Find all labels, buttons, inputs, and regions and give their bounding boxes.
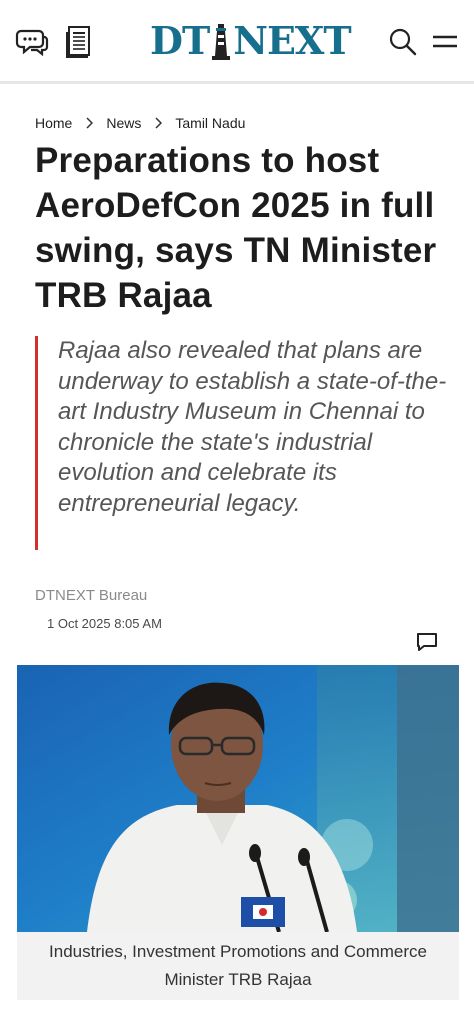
article-title: Preparations to host AeroDefCon 2025 in … bbox=[35, 141, 437, 315]
search-icon[interactable] bbox=[383, 22, 423, 62]
lighthouse-icon bbox=[212, 24, 231, 60]
breadcrumb: Home News Tamil Nadu bbox=[35, 113, 245, 133]
newspaper-icon[interactable] bbox=[58, 22, 98, 62]
breadcrumb-tamil-nadu[interactable]: Tamil Nadu bbox=[175, 115, 245, 131]
logo-text-right: NEXT bbox=[233, 18, 351, 63]
breadcrumb-home[interactable]: Home bbox=[35, 115, 72, 131]
logo-text-left: DT bbox=[150, 18, 210, 63]
article-date: 1 Oct 2025 8:05 AM bbox=[47, 616, 162, 631]
summary-accent-bar bbox=[35, 336, 38, 550]
chat-bubbles-icon[interactable] bbox=[12, 22, 52, 62]
site-header: DT NEXT bbox=[0, 0, 474, 84]
article-author[interactable]: DTNEXT Bureau bbox=[35, 587, 147, 604]
article-image[interactable] bbox=[17, 665, 459, 932]
site-logo[interactable]: DT NEXT bbox=[150, 18, 360, 64]
image-caption: Industries, Investment Promotions and Co… bbox=[49, 942, 427, 989]
article-summary: Rajaa also revealed that plans are under… bbox=[58, 337, 447, 517]
chevron-right-icon bbox=[72, 117, 106, 129]
article-summary-block: Rajaa also revealed that plans are under… bbox=[35, 336, 455, 550]
comment-icon[interactable] bbox=[414, 630, 440, 654]
chevron-right-icon bbox=[141, 117, 175, 129]
image-caption-box: Industries, Investment Promotions and Co… bbox=[17, 932, 459, 1000]
menu-icon[interactable] bbox=[425, 22, 465, 62]
breadcrumb-news[interactable]: News bbox=[106, 115, 141, 131]
